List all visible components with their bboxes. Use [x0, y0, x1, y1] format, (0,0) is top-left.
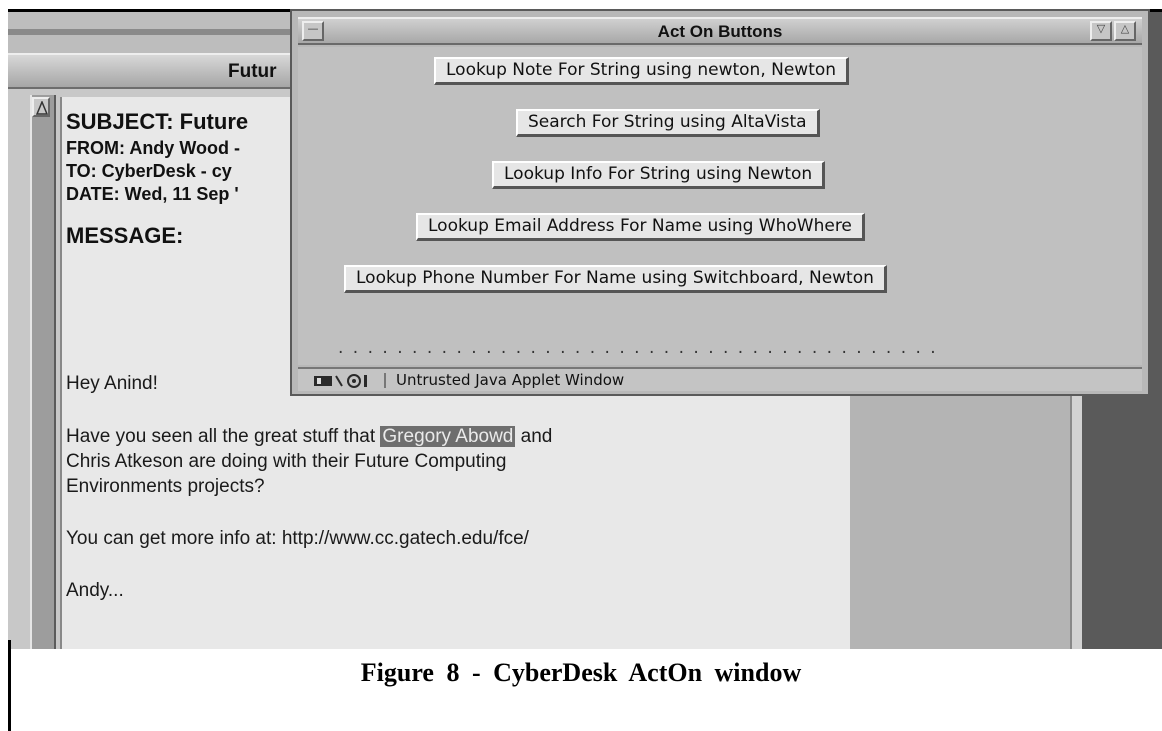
search-altavista-button[interactable]: Search For String using AltaVista: [516, 109, 820, 137]
acton-window-title: Act On Buttons: [657, 22, 783, 41]
scroll-up-button[interactable]: [32, 97, 50, 117]
maximize-button[interactable]: △: [1114, 21, 1136, 41]
greeting-text: Hey Anind!: [66, 373, 158, 394]
acton-window: — Act On Buttons ▽ △ Lookup Note For Str…: [290, 9, 1150, 396]
to-line: TO: CyberDesk - cy: [66, 161, 232, 181]
triangle-down-icon: ▽: [1096, 22, 1106, 35]
acton-titlebar[interactable]: — Act On Buttons ▽ △: [298, 17, 1142, 45]
message-text: Have you seen all the great stuff that: [66, 426, 381, 447]
applet-status-bar: Untrusted Java Applet Window: [298, 367, 1142, 391]
message-line: Environments projects?: [66, 476, 265, 497]
partially-hidden-button[interactable]: . . . . . . . . . . . . . . . . . . . . …: [338, 349, 1118, 359]
lookup-email-button[interactable]: Lookup Email Address For Name using WhoW…: [416, 213, 865, 241]
message-line: Have you seen all the great stuff that G…: [66, 424, 552, 449]
message-label: MESSAGE:: [66, 223, 184, 248]
minimize-button[interactable]: ▽: [1090, 21, 1112, 41]
up-arrow-icon: [36, 101, 48, 115]
triangle-up-icon: △: [1120, 22, 1130, 35]
lookup-info-button[interactable]: Lookup Info For String using Newton: [492, 161, 826, 189]
signoff-text: Andy...: [66, 580, 124, 601]
highlighted-name[interactable]: Gregory Abowd: [380, 426, 516, 447]
lookup-phone-button[interactable]: Lookup Phone Number For Name using Switc…: [344, 265, 887, 293]
lookup-note-button[interactable]: Lookup Note For String using newton, New…: [434, 57, 850, 85]
mail-window-title: Futur: [228, 61, 277, 82]
subject-line: SUBJECT: Future: [66, 109, 249, 134]
message-line: Chris Atkeson are doing with their Futur…: [66, 451, 507, 472]
window-edge: [8, 29, 308, 35]
message-line: You can get more info at: http://www.cc.…: [66, 528, 529, 549]
acton-button-list: Lookup Note For String using newton, New…: [298, 47, 1142, 365]
from-line: FROM: Andy Wood -: [66, 138, 240, 158]
message-text: and: [515, 426, 553, 447]
date-line: DATE: Wed, 11 Sep ': [66, 184, 239, 204]
figure-caption: Figure 8 - CyberDesk ActOn window: [360, 658, 802, 687]
java-coffee-icon: [312, 373, 386, 388]
applet-status-text: Untrusted Java Applet Window: [396, 371, 625, 389]
vertical-scrollbar[interactable]: [30, 95, 56, 649]
